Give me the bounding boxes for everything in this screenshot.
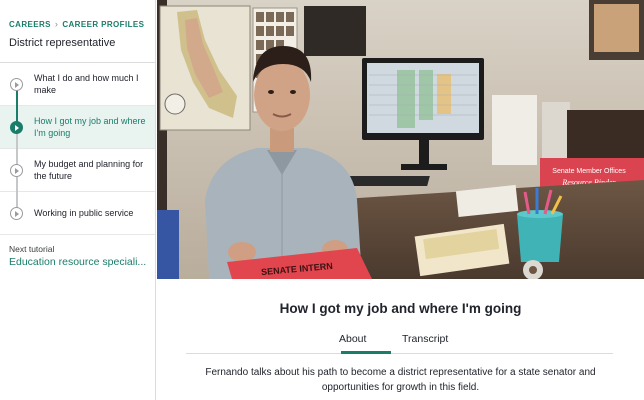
- tutorial-step-1[interactable]: What I do and how much I make: [0, 63, 155, 106]
- play-icon: [10, 207, 23, 220]
- binder-title: Senate Member Offices: [552, 168, 626, 175]
- main-content: How I got my job and where I'm going Abo…: [157, 279, 644, 400]
- sidebar-title: District representative: [9, 37, 116, 49]
- next-tutorial-label: Next tutorial: [9, 244, 55, 254]
- breadcrumb: CAREERS › CAREER PROFILES: [9, 19, 144, 29]
- tutorial-steps: What I do and how much I make How I got …: [0, 63, 155, 235]
- tutorial-step-label: My budget and planning for the future: [34, 159, 144, 181]
- tutorial-step-label: How I got my job and where I'm going: [34, 116, 146, 138]
- active-tab-indicator: [341, 351, 391, 354]
- play-icon: [10, 78, 23, 91]
- tutorial-step-4[interactable]: Working in public service: [0, 192, 155, 235]
- play-icon: [10, 121, 23, 134]
- video-title: How I got my job and where I'm going: [279, 301, 522, 316]
- tab-about[interactable]: About: [339, 333, 366, 345]
- play-icon: [10, 164, 23, 177]
- next-tutorial-link[interactable]: Education resource speciali...: [9, 256, 151, 268]
- content-tabs: About Transcript: [186, 330, 613, 354]
- video-description: Fernando talks about his path to become …: [205, 367, 596, 393]
- breadcrumb-careers[interactable]: CAREERS: [9, 20, 51, 29]
- tutorial-step-label: Working in public service: [34, 208, 134, 218]
- tutorial-step-3[interactable]: My budget and planning for the future: [0, 149, 155, 192]
- sidebar: CAREERS › CAREER PROFILES District repre…: [0, 0, 156, 400]
- chevron-right-icon: ›: [54, 19, 59, 29]
- video-player[interactable]: Senate Member Offices Resource Binder SE…: [157, 0, 644, 279]
- tutorial-step-label: What I do and how much I make: [34, 73, 139, 95]
- video-frame: Senate Member Offices Resource Binder SE…: [157, 0, 644, 279]
- tutorial-step-2[interactable]: How I got my job and where I'm going: [0, 106, 155, 149]
- breadcrumb-career-profiles[interactable]: CAREER PROFILES: [62, 20, 144, 29]
- tab-transcript[interactable]: Transcript: [402, 333, 448, 345]
